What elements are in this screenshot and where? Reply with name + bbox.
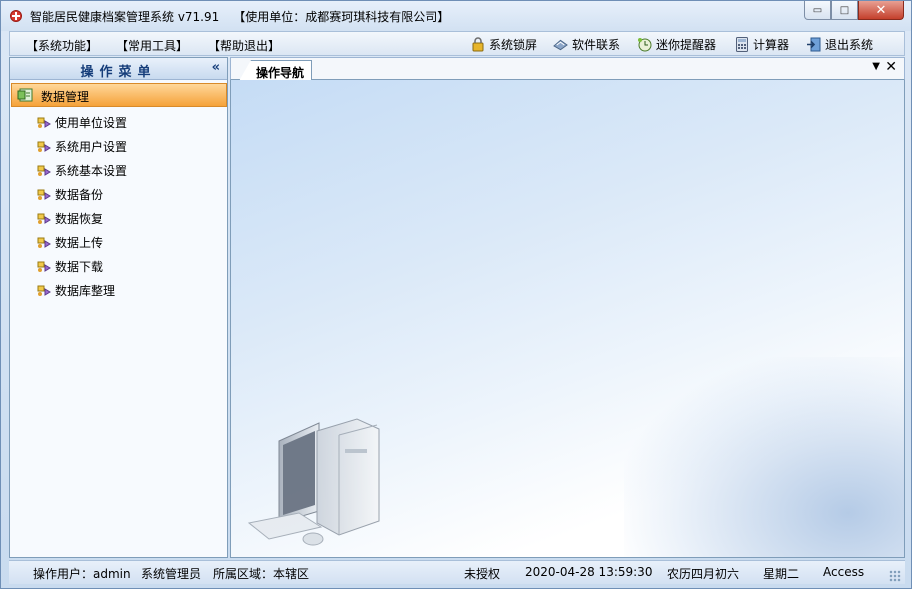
collapse-panel-icon[interactable]: « — [212, 60, 220, 75]
menu-tree: 使用单位设置 系统用户设置 系统基本设置 数据备份 数据恢复 数据上传 数据下载… — [10, 110, 227, 302]
tab-label: 操作导航 — [256, 66, 305, 80]
title-bar[interactable]: 智能居民健康档案管理系统 v71.91 【使用单位：成都赛珂琪科技有限公司】 ▭ … — [1, 1, 911, 31]
data-management-icon — [17, 88, 33, 102]
window-title: 智能居民健康档案管理系统 v71.91 【使用单位：成都赛珂琪科技有限公司】 — [30, 8, 449, 25]
computer-illustration — [247, 418, 380, 546]
software-contact-button[interactable]: 软件联系 — [553, 36, 620, 53]
sidebar-item-user-settings[interactable]: 系统用户设置 — [10, 134, 227, 158]
exit-system-label: 退出系统 — [825, 38, 874, 52]
menu-group-data-management[interactable]: 数据管理 — [11, 83, 227, 107]
settings-item-icon — [37, 189, 51, 200]
settings-item-icon — [37, 237, 51, 248]
settings-item-icon — [37, 213, 51, 224]
sidebar-item-label: 数据备份 — [55, 188, 104, 202]
status-weekday: 星期二 — [763, 567, 800, 581]
operation-menu-title: 操作菜单 — [80, 65, 157, 80]
minimize-icon: ▭ — [812, 4, 823, 16]
status-user: 操作用户：admin — [33, 567, 131, 581]
tab-strip: 操作导航 ▼ ✕ — [230, 57, 905, 81]
window-controls: ▭ □ ✕ — [804, 1, 904, 20]
unit-name: 【使用单位：成都赛珂琪科技有限公司】 — [233, 10, 450, 24]
maximize-icon: □ — [839, 4, 850, 16]
mini-reminder-label: 迷你提醒器 — [656, 38, 717, 52]
menu-system-functions[interactable]: 【系统功能】 — [26, 37, 98, 54]
status-role: 系统管理员 — [141, 567, 202, 581]
operation-menu-panel: 操作菜单 « 数据管理 使用单位设置 系统用户设置 系统基本设置 数据备份 数据… — [9, 57, 228, 558]
sidebar-item-label: 数据下载 — [55, 260, 104, 274]
settings-item-icon — [37, 141, 51, 152]
app-logo-icon — [10, 10, 22, 22]
close-icon: ✕ — [875, 2, 887, 18]
lock-icon — [470, 37, 485, 52]
sidebar-item-backup[interactable]: 数据备份 — [10, 182, 227, 206]
sidebar-item-label: 数据库整理 — [55, 284, 116, 298]
menu-help-exit[interactable]: 【帮助退出】 — [208, 37, 280, 54]
calculator-label: 计算器 — [753, 38, 790, 52]
sidebar-item-upload[interactable]: 数据上传 — [10, 230, 227, 254]
sidebar-item-download[interactable]: 数据下载 — [10, 254, 227, 278]
software-contact-label: 软件联系 — [572, 38, 621, 52]
settings-item-icon — [37, 285, 51, 296]
lock-screen-button[interactable]: 系统锁屏 — [470, 36, 537, 53]
sidebar-item-label: 数据上传 — [55, 236, 104, 250]
exit-system-button[interactable]: 退出系统 — [806, 36, 873, 53]
keyboard-hand-graphic — [624, 357, 904, 557]
status-region: 所属区域：本辖区 — [213, 567, 310, 581]
status-lunar-date: 农历四月初六 — [667, 567, 740, 581]
reminder-icon — [637, 37, 652, 52]
settings-item-icon — [37, 261, 51, 272]
menu-common-tools[interactable]: 【常用工具】 — [116, 37, 188, 54]
status-datetime: 2020-04-28 13:59:30 — [525, 565, 653, 579]
sidebar-item-db-cleanup[interactable]: 数据库整理 — [10, 278, 227, 302]
mini-reminder-button[interactable]: 迷你提醒器 — [637, 36, 716, 53]
main-content — [230, 80, 905, 558]
tab-list-dropdown-icon[interactable]: ▼ — [872, 61, 880, 72]
lock-screen-label: 系统锁屏 — [489, 38, 538, 52]
menu-group-label: 数据管理 — [41, 90, 90, 104]
maximize-button[interactable]: □ — [831, 1, 858, 20]
calculator-button[interactable]: 计算器 — [734, 36, 789, 53]
tab-close-icon[interactable]: ✕ — [885, 59, 897, 75]
app-window: 智能居民健康档案管理系统 v71.91 【使用单位：成都赛珂琪科技有限公司】 ▭ … — [0, 0, 912, 589]
contact-icon — [553, 37, 568, 52]
resize-grip-icon[interactable] — [889, 570, 901, 582]
tab-navigation[interactable]: 操作导航 — [239, 60, 312, 81]
calculator-icon — [734, 37, 749, 52]
exit-icon — [806, 37, 821, 52]
sidebar-item-basic-settings[interactable]: 系统基本设置 — [10, 158, 227, 182]
sidebar-item-label: 数据恢复 — [55, 212, 104, 226]
minimize-button[interactable]: ▭ — [804, 1, 831, 20]
settings-item-icon — [37, 165, 51, 176]
close-button[interactable]: ✕ — [858, 1, 904, 20]
status-database: Access — [823, 565, 865, 579]
menu-bar: 【系统功能】 【常用工具】 【帮助退出】 系统锁屏 软件联系 迷你提醒器 计算器 — [9, 31, 905, 56]
status-license: 未授权 — [464, 567, 501, 581]
status-bar: 操作用户：admin 系统管理员 所属区域：本辖区 未授权 2020-04-28… — [9, 560, 905, 584]
operation-menu-header: 操作菜单 « — [10, 58, 227, 80]
sidebar-item-restore[interactable]: 数据恢复 — [10, 206, 227, 230]
app-name: 智能居民健康档案管理系统 v71.91 — [30, 10, 220, 24]
settings-item-icon — [37, 117, 51, 128]
sidebar-item-label: 系统用户设置 — [55, 140, 128, 154]
sidebar-item-unit-settings[interactable]: 使用单位设置 — [10, 110, 227, 134]
sidebar-item-label: 系统基本设置 — [55, 164, 128, 178]
sidebar-item-label: 使用单位设置 — [55, 116, 128, 130]
